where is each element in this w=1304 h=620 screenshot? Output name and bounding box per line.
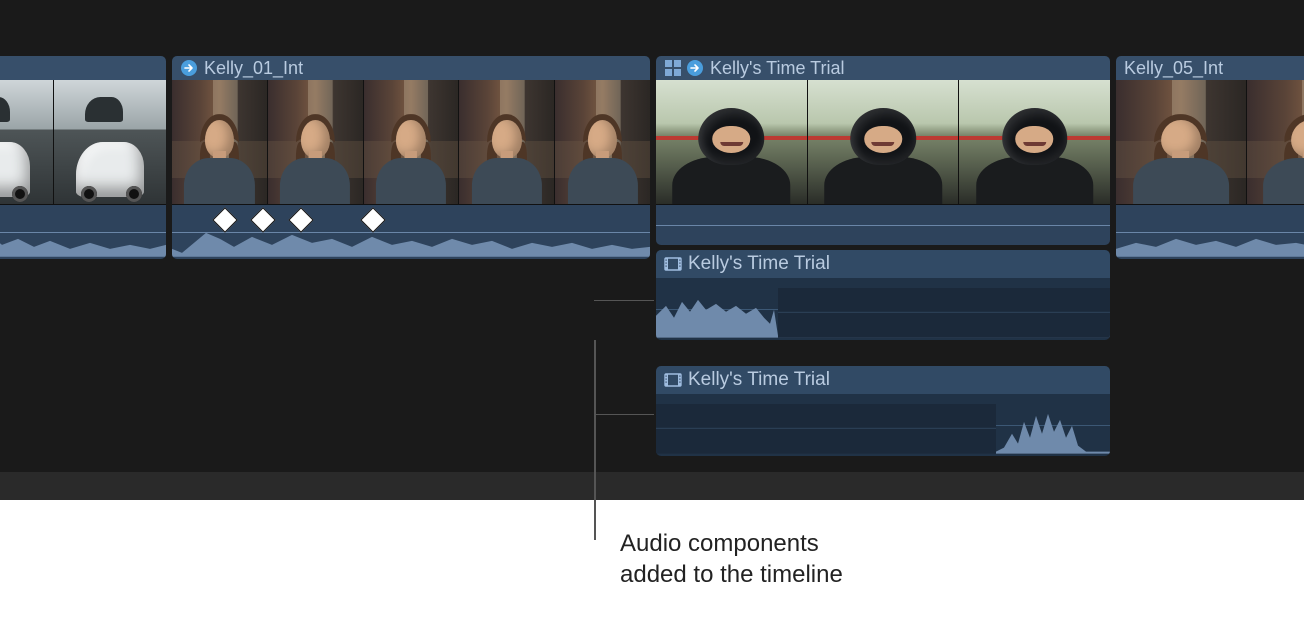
timeline-clip[interactable] [0,56,166,259]
annotation-line: added to the timeline [620,559,843,590]
clip-header[interactable]: Kelly's Time Trial [656,250,1110,278]
clip-thumbnails [172,80,650,204]
clip-title: Kelly_01_Int [204,58,303,79]
timeline-clip[interactable]: Kelly_01_Int [172,56,650,259]
clip-audio-waveform[interactable] [656,204,1110,245]
clip-header[interactable] [0,56,166,80]
clip-title: Kelly's Time Trial [710,58,844,79]
annotation-callout-line [594,340,596,540]
timeline-editor-area: Kelly_01_Int [0,0,1304,500]
audio-component-clip[interactable]: Kelly's Time Trial [656,366,1110,456]
compound-clip-icon [664,59,682,77]
transition-arrow-icon [686,59,704,77]
timeline-clip[interactable]: Kelly_05_Int [1116,56,1304,259]
film-strip-icon [664,371,682,389]
timeline-track-area[interactable]: Kelly_01_Int [0,0,1304,480]
clip-audio-waveform[interactable] [172,204,650,259]
annotation-line: Audio components [620,528,843,559]
audio-component-waveform[interactable] [656,394,1110,456]
clip-header[interactable]: Kelly's Time Trial [656,366,1110,394]
audio-component-clip[interactable]: Kelly's Time Trial [656,250,1110,340]
clip-thumbnails [656,80,1110,204]
clip-header[interactable]: Kelly's Time Trial [656,56,1110,80]
clip-thumbnails [1116,80,1304,204]
clip-title: Kelly's Time Trial [688,369,830,391]
timeline-clip-compound[interactable]: Kelly's Time Trial [656,56,1110,245]
timeline-bottom-strip [0,472,1304,500]
clip-thumbnails [0,80,166,204]
clip-title: Kelly_05_Int [1124,58,1223,79]
clip-audio-waveform[interactable] [0,204,166,259]
transition-arrow-icon [180,59,198,77]
film-strip-icon [664,255,682,273]
clip-title: Kelly's Time Trial [688,253,830,275]
annotation-text: Audio components added to the timeline [620,528,843,590]
clip-header[interactable]: Kelly_01_Int [172,56,650,80]
clip-header[interactable]: Kelly_05_Int [1116,56,1304,80]
audio-component-waveform[interactable] [656,278,1110,340]
clip-audio-waveform[interactable] [1116,204,1304,259]
